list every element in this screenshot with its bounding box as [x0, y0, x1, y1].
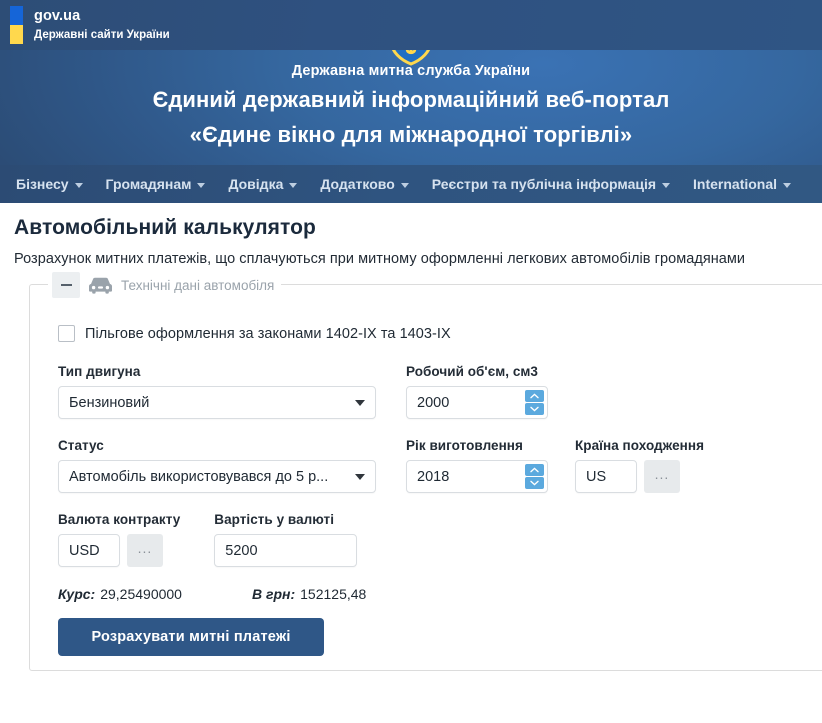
currency-label: Валюта контракту — [58, 512, 181, 527]
privilege-checkbox[interactable] — [58, 325, 75, 342]
calculate-button[interactable]: Розрахувати митні платежі — [58, 618, 324, 656]
country-input[interactable]: US — [575, 460, 637, 493]
decrement-button[interactable] — [525, 403, 544, 415]
year-field: Рік виготовлення 2018 — [406, 438, 548, 493]
increment-button[interactable] — [525, 390, 544, 402]
nav-label: Додатково — [320, 176, 395, 192]
page-title: Автомобільний калькулятор — [14, 216, 316, 239]
chevron-up-icon — [530, 467, 539, 473]
nav-label: Реєстри та публічна інформація — [431, 176, 657, 192]
panel-legend: Технічні дані автомобіля — [48, 271, 282, 299]
chevron-down-icon — [400, 182, 409, 188]
flag-yellow-stripe — [10, 25, 23, 44]
chevron-down-icon — [197, 182, 206, 188]
rate-summary: Курс: 29,25490000 В грн: 152125,48 — [58, 586, 817, 602]
govua-subtitle[interactable]: Державні сайти України — [34, 28, 170, 42]
currency-input-group: USD ... — [58, 534, 180, 567]
engine-type-field: Тип двигуна Бензиновий — [58, 364, 376, 419]
year-spinner — [525, 464, 544, 489]
vehicle-data-panel: Технічні дані автомобіля Пільгове оформл… — [29, 271, 822, 671]
increment-button[interactable] — [525, 464, 544, 476]
engine-type-value: Бензиновий — [69, 394, 150, 411]
chevron-down-icon — [355, 399, 365, 406]
engine-volume-stepper: 2000 — [406, 386, 548, 419]
exchange-rate: Курс: 29,25490000 — [58, 586, 182, 602]
engine-type-select[interactable]: Бензиновий — [58, 386, 376, 419]
amount-input[interactable]: 5200 — [214, 534, 358, 567]
year-stepper: 2018 — [406, 460, 548, 493]
chevron-down-icon — [355, 473, 365, 480]
country-field: Країна походження US ... — [575, 438, 704, 493]
nav-label: Довідка — [228, 176, 284, 192]
portal-title-line1: Єдиний державний інформаційний веб-порта… — [152, 87, 670, 112]
decrement-button[interactable] — [525, 477, 544, 489]
main-navigation: Бізнесу Громадянам Довідка Додатково Реє… — [0, 165, 822, 203]
chevron-down-icon — [662, 182, 671, 188]
govua-bar: gov.ua Державні сайти України — [0, 0, 822, 50]
exchange-rate-value: 29,25490000 — [100, 586, 182, 602]
exchange-rate-label: Курс: — [58, 586, 96, 602]
nav-item-additional[interactable]: Додатково — [320, 176, 409, 192]
nav-label: International — [693, 176, 778, 192]
chevron-down-icon — [289, 182, 298, 188]
currency-browse-button[interactable]: ... — [127, 534, 163, 567]
govua-texts: gov.ua Державні сайти України — [34, 7, 170, 43]
nav-item-citizens[interactable]: Громадянам — [106, 176, 206, 192]
panel-legend-label: Технічні дані автомобіля — [121, 277, 275, 293]
agency-name: Державна митна служба України — [291, 63, 531, 79]
site-masthead: Державна митна служба України Єдиний дер… — [0, 50, 822, 165]
page-description: Розрахунок митних платежів, що сплачують… — [14, 251, 746, 267]
currency-field: Валюта контракту USD ... — [58, 512, 180, 567]
chevron-up-icon — [530, 393, 539, 399]
ukraine-flag-icon — [10, 6, 23, 44]
status-row: Статус Автомобіль використовувався до 5 … — [58, 438, 817, 493]
uah-amount-label: В грн: — [251, 586, 296, 602]
status-label: Статус — [58, 438, 104, 453]
engine-volume-label: Робочий об'єм, см3 — [406, 364, 538, 379]
chevron-down-icon — [74, 182, 83, 188]
page-content: Автомобільний калькулятор Розрахунок мит… — [0, 203, 822, 671]
privilege-checkbox-row: Пільгове оформлення за законами 1402-IX … — [58, 325, 817, 342]
govua-title[interactable]: gov.ua — [34, 7, 170, 25]
engine-volume-field: Робочий об'єм, см3 2000 — [406, 364, 548, 419]
uah-amount: В грн: 152125,48 — [252, 586, 366, 602]
status-select[interactable]: Автомобіль використовувався до 5 р... — [58, 460, 376, 493]
nav-item-international[interactable]: International — [693, 176, 792, 192]
portal-title-line2: «Єдине вікно для міжнародної торгівлі» — [189, 122, 633, 147]
collapse-panel-button[interactable] — [52, 272, 80, 298]
country-label: Країна походження — [575, 438, 705, 453]
nav-label: Бізнесу — [16, 176, 69, 192]
nav-item-help[interactable]: Довідка — [228, 176, 298, 192]
amount-field: Вартість у валюті 5200 — [214, 512, 358, 567]
privilege-checkbox-label: Пільгове оформлення за законами 1402-IX … — [85, 325, 451, 342]
nav-item-business[interactable]: Бізнесу — [16, 176, 83, 192]
car-front-icon — [89, 277, 112, 294]
chevron-down-icon — [530, 480, 539, 486]
chevron-down-icon — [530, 406, 539, 412]
year-label: Рік виготовлення — [406, 438, 523, 453]
country-browse-button[interactable]: ... — [644, 460, 680, 493]
flag-blue-stripe — [10, 6, 23, 25]
nav-item-registries[interactable]: Реєстри та публічна інформація — [431, 176, 671, 192]
country-input-group: US ... — [575, 460, 704, 493]
minus-icon — [60, 284, 72, 286]
amount-label: Вартість у валюті — [214, 512, 334, 527]
engine-row: Тип двигуна Бензиновий Робочий об'єм, см… — [58, 364, 817, 419]
nav-label: Громадянам — [105, 176, 192, 192]
uah-amount-value: 152125,48 — [300, 586, 367, 602]
currency-input[interactable]: USD — [58, 534, 120, 567]
status-value: Автомобіль використовувався до 5 р... — [69, 468, 329, 485]
currency-row: Валюта контракту USD ... Вартість у валю… — [58, 512, 817, 567]
status-field: Статус Автомобіль використовувався до 5 … — [58, 438, 376, 493]
engine-volume-spinner — [525, 390, 544, 415]
engine-type-label: Тип двигуна — [58, 364, 141, 379]
chevron-down-icon — [783, 182, 792, 188]
